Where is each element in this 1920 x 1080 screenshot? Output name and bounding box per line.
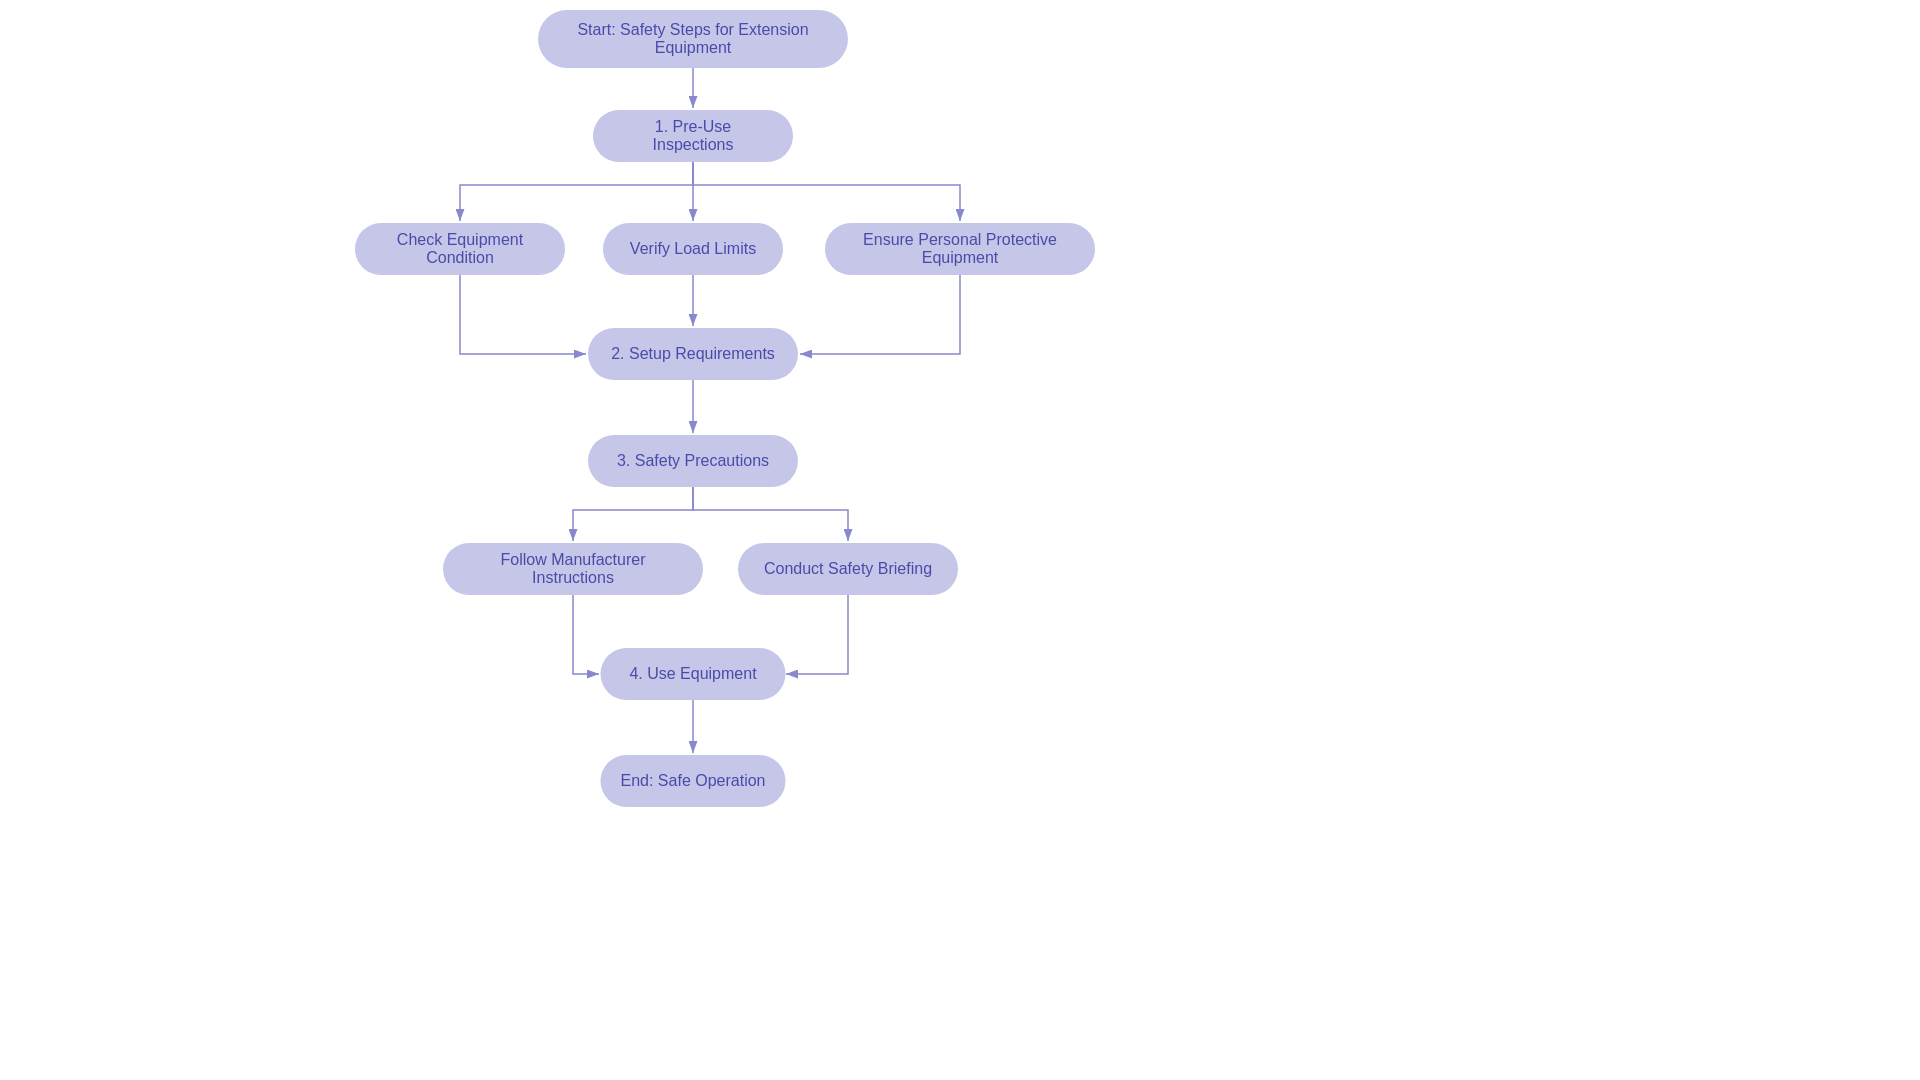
- ensure-node: Ensure Personal Protective Equipment: [825, 223, 1095, 275]
- check-node: Check Equipment Condition: [355, 223, 565, 275]
- step4-node: 4. Use Equipment: [601, 648, 786, 700]
- flowchart-arrows: [0, 0, 1920, 1080]
- step2-node: 2. Setup Requirements: [588, 328, 798, 380]
- diagram-container: Start: Safety Steps for Extension Equipm…: [0, 0, 1920, 1080]
- follow-node: Follow Manufacturer Instructions: [443, 543, 703, 595]
- verify-node: Verify Load Limits: [603, 223, 783, 275]
- step3-node: 3. Safety Precautions: [588, 435, 798, 487]
- end-node: End: Safe Operation: [601, 755, 786, 807]
- conduct-node: Conduct Safety Briefing: [738, 543, 958, 595]
- start-node: Start: Safety Steps for Extension Equipm…: [538, 10, 848, 68]
- step1-node: 1. Pre-Use Inspections: [593, 110, 793, 162]
